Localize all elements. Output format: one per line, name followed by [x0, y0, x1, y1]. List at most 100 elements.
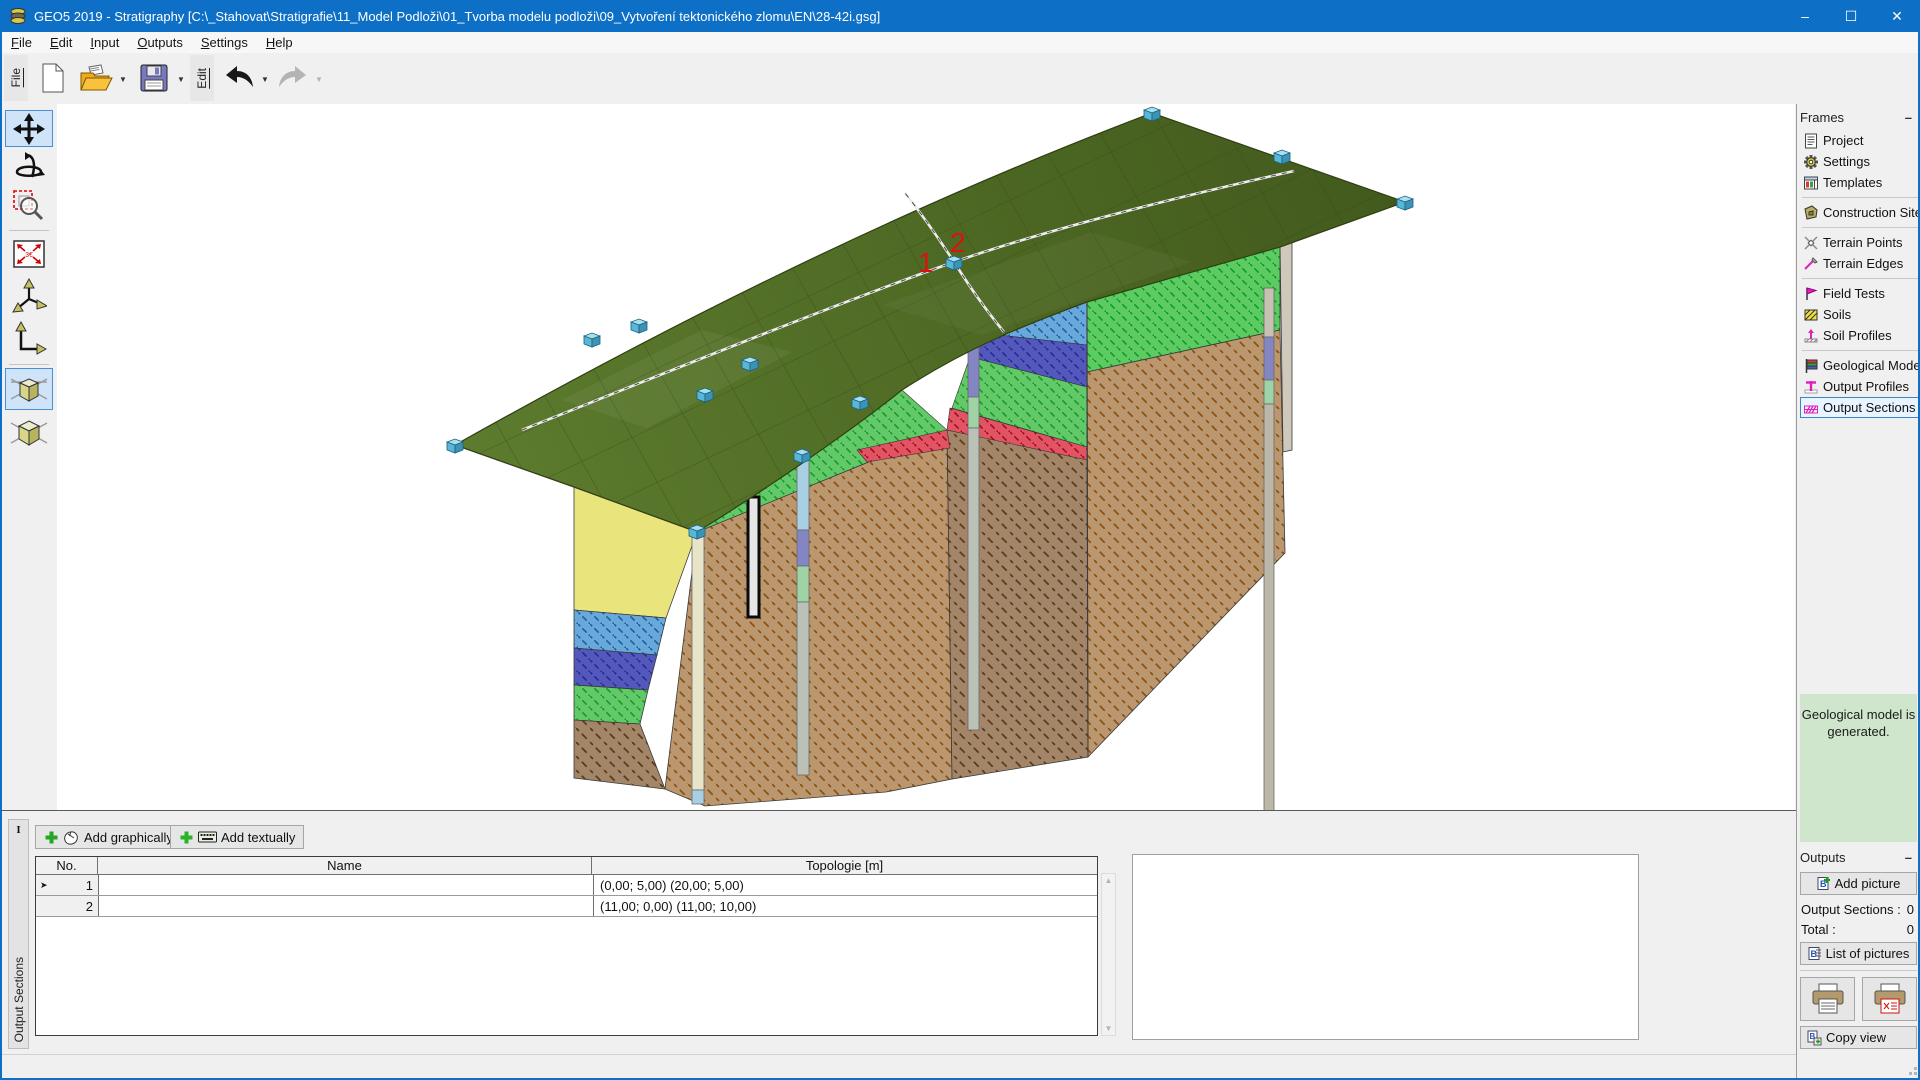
layer-brown — [574, 720, 665, 789]
axes-2d-tool-button[interactable] — [5, 318, 53, 360]
main-toolbar: File ▼ ▼ Edit — [2, 53, 1918, 104]
table-scrollbar[interactable]: ▲ ▼ — [1101, 873, 1116, 1036]
frame-item-geological-model[interactable]: Geological Model — [1800, 355, 1920, 376]
add-textually-button[interactable]: Add textually — [170, 825, 304, 849]
resize-grip[interactable] — [1905, 1063, 1917, 1075]
menu-settings[interactable]: Settings — [192, 33, 257, 52]
scroll-up-icon[interactable]: ▲ — [1102, 876, 1115, 885]
maximize-button[interactable]: ☐ — [1828, 0, 1874, 32]
close-button[interactable]: ✕ — [1874, 0, 1920, 32]
pan-tool-button[interactable] — [5, 110, 53, 147]
frame-item-project[interactable]: Project — [1800, 130, 1920, 151]
menu-help[interactable]: Help — [257, 33, 302, 52]
section-label-1: 1 — [918, 247, 934, 278]
axes-3d-tool-button[interactable] — [5, 275, 53, 317]
bottom-panel: I Output Sections Add graphically Add te… — [2, 810, 1796, 1078]
undo-dropdown-arrow[interactable]: ▼ — [260, 73, 270, 85]
project-icon — [1803, 133, 1819, 149]
list-of-pictures-icon: B — [1808, 946, 1822, 961]
frames-separator — [1802, 227, 1918, 228]
copy-view-button[interactable]: B Copy view — [1800, 1026, 1917, 1049]
frames-list: Project Settings Templates Construction … — [1800, 130, 1920, 418]
add-graphically-button[interactable]: Add graphically — [35, 825, 182, 849]
model-3d-viewport[interactable]: 1 2 — [57, 104, 1795, 810]
menu-bar: File Edit Input Outputs Settings Help — [2, 32, 1918, 54]
orbit-icon — [12, 151, 46, 185]
terrain-points-icon — [1803, 235, 1819, 251]
frame-item-terrain-edges[interactable]: Terrain Edges — [1800, 253, 1920, 274]
open-dropdown-arrow[interactable]: ▼ — [118, 73, 128, 85]
column-header-topology[interactable]: Topologie [m] — [592, 857, 1097, 874]
fault-east-face — [1087, 240, 1292, 757]
zoom-window-icon — [12, 189, 46, 223]
add-picture-button[interactable]: B Add picture — [1800, 872, 1917, 895]
table-row[interactable]: ➤1 (0,00; 5,00) (20,00; 5,00) — [36, 875, 1097, 896]
right-sidebar: Frames – Project Settings Templates Cons… — [1796, 104, 1920, 1078]
perspective-view-button[interactable] — [5, 368, 53, 410]
scroll-down-icon[interactable]: ▼ — [1102, 1024, 1115, 1033]
redo-icon — [277, 64, 309, 92]
construction-site-icon — [1803, 205, 1819, 221]
redo-button[interactable] — [274, 57, 312, 99]
rotate-tool-button[interactable] — [5, 149, 53, 186]
file-toolbar-tab[interactable]: File — [4, 55, 28, 101]
list-of-pictures-button[interactable]: B List of pictures — [1800, 942, 1917, 965]
svg-text:3€: 3€ — [25, 252, 33, 259]
redo-dropdown-arrow: ▼ — [314, 73, 324, 85]
plus-icon — [44, 830, 59, 845]
section-preview-box — [1132, 854, 1639, 1040]
outputs-separator — [1800, 970, 1917, 971]
soils-icon — [1803, 307, 1819, 323]
column-header-name[interactable]: Name — [98, 857, 592, 874]
frames-separator — [1802, 197, 1918, 198]
frames-panel-header: Frames – — [1800, 108, 1918, 126]
frame-item-field-tests[interactable]: Field Tests — [1800, 283, 1920, 304]
minimize-button[interactable]: – — [1782, 0, 1828, 32]
zoom-window-tool-button[interactable] — [5, 187, 53, 224]
soil-profiles-icon — [1803, 328, 1819, 344]
axes-3d-icon — [11, 277, 47, 315]
outputs-minimize-button[interactable]: – — [1905, 850, 1912, 865]
plus-icon — [179, 830, 194, 845]
undo-button[interactable] — [220, 57, 258, 99]
panel-pin-icon: I — [9, 824, 28, 836]
cell-name — [99, 896, 594, 916]
print-button[interactable] — [1800, 977, 1855, 1021]
frame-item-soils[interactable]: Soils — [1800, 304, 1920, 325]
menu-input[interactable]: Input — [81, 33, 128, 52]
menu-file[interactable]: File — [2, 33, 41, 52]
frames-separator — [1802, 278, 1918, 279]
column-header-no[interactable]: No. — [36, 857, 98, 874]
frame-item-templates[interactable]: Templates — [1800, 172, 1920, 193]
print-selection-button[interactable] — [1862, 977, 1917, 1021]
menu-outputs[interactable]: Outputs — [128, 33, 192, 52]
layer-lightblue — [574, 610, 666, 655]
frame-item-terrain-points[interactable]: Terrain Points — [1800, 232, 1920, 253]
axonometry-view-button[interactable] — [5, 412, 53, 454]
section-label-2: 2 — [950, 227, 966, 258]
table-row[interactable]: 2 (11,00; 0,00) (11,00; 10,00) — [36, 896, 1097, 917]
open-file-button[interactable] — [76, 57, 116, 99]
open-folder-icon — [79, 63, 113, 93]
edit-toolbar-tab[interactable]: Edit — [190, 55, 214, 101]
frame-item-settings[interactable]: Settings — [1800, 151, 1920, 172]
menu-edit[interactable]: Edit — [41, 33, 81, 52]
borehole-d — [1264, 288, 1274, 810]
frame-item-construction-site[interactable]: Construction Site — [1800, 202, 1920, 223]
app-window: GEO5 2019 - Stratigraphy [C:\_Stahovat\S… — [0, 0, 1920, 1080]
cell-topology: (0,00; 5,00) (20,00; 5,00) — [594, 875, 1097, 895]
output-sections-vertical-tab[interactable]: I Output Sections — [8, 819, 29, 1049]
geo5-logo-icon — [8, 6, 28, 26]
axonometry-view-icon — [9, 415, 49, 451]
borehole-b — [968, 335, 979, 730]
outputs-panel-header: Outputs – — [1800, 848, 1918, 866]
frame-item-output-profiles[interactable]: Output Profiles — [1800, 376, 1920, 397]
frame-item-output-sections[interactable]: Output Sections — [1800, 397, 1920, 418]
save-dropdown-arrow[interactable]: ▼ — [176, 73, 186, 85]
frame-item-soil-profiles[interactable]: Soil Profiles — [1800, 325, 1920, 346]
save-file-button[interactable] — [134, 57, 174, 99]
output-sections-count: 0 — [1907, 902, 1916, 918]
frames-minimize-button[interactable]: – — [1905, 110, 1912, 125]
new-file-button[interactable] — [34, 57, 70, 99]
zoom-extents-tool-button[interactable]: 3€ — [5, 235, 53, 272]
